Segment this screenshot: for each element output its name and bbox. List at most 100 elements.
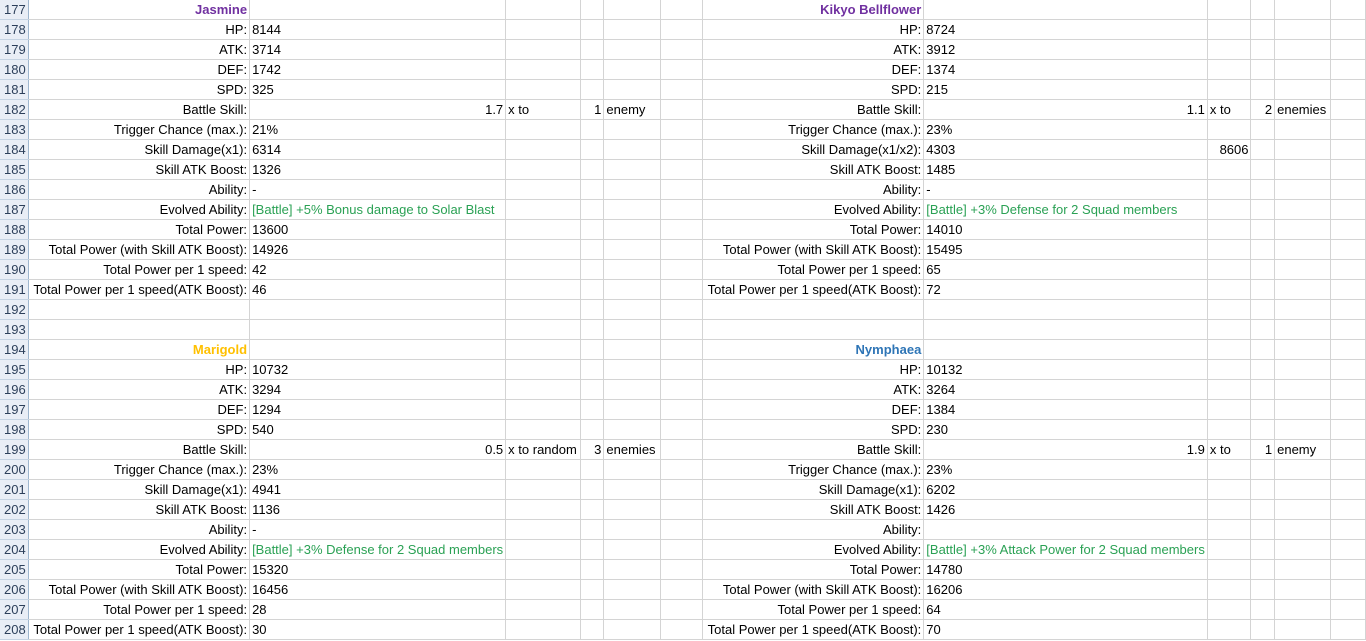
- jasmine-value[interactable]: 21%: [249, 119, 507, 140]
- row-header[interactable]: 197: [0, 399, 29, 420]
- kikyo-label[interactable]: Ability:: [702, 179, 925, 200]
- row-header[interactable]: 180: [0, 59, 29, 80]
- empty-cell[interactable]: [1207, 79, 1252, 100]
- row-header[interactable]: 185: [0, 159, 29, 180]
- empty-cell[interactable]: [1274, 459, 1332, 480]
- nymphaea-value[interactable]: 70: [923, 619, 1208, 640]
- empty-cell[interactable]: [505, 599, 581, 620]
- row-header[interactable]: 184: [0, 139, 29, 160]
- kikyo-value[interactable]: 4303: [923, 139, 1208, 160]
- empty-cell[interactable]: [603, 159, 661, 180]
- jasmine-label[interactable]: Ability:: [28, 179, 251, 200]
- nymphaea-label[interactable]: Total Power per 1 speed(ATK Boost):: [702, 619, 925, 640]
- empty-cell[interactable]: [603, 539, 661, 560]
- empty-cell[interactable]: [580, 599, 605, 620]
- nymphaea-skill-target-count[interactable]: 1: [1250, 439, 1276, 460]
- empty-cell[interactable]: [505, 279, 581, 300]
- empty-cell[interactable]: [923, 0, 1208, 20]
- marigold-label[interactable]: Total Power per 1 speed:: [28, 599, 251, 620]
- empty-cell[interactable]: [1250, 59, 1276, 80]
- empty-cell[interactable]: [1207, 59, 1252, 80]
- empty-cell[interactable]: [249, 0, 507, 20]
- empty-cell[interactable]: [1207, 579, 1252, 600]
- empty-cell[interactable]: [580, 239, 605, 260]
- marigold-value[interactable]: 15320: [249, 559, 507, 580]
- empty-cell[interactable]: [603, 39, 661, 60]
- empty-cell[interactable]: [505, 259, 581, 280]
- empty-cell[interactable]: [1330, 439, 1366, 460]
- empty-cell[interactable]: [580, 559, 605, 580]
- empty-cell[interactable]: [603, 199, 661, 220]
- empty-cell[interactable]: [1207, 119, 1252, 140]
- row-header[interactable]: 190: [0, 259, 29, 280]
- marigold-skill-target[interactable]: enemies: [603, 439, 661, 460]
- empty-cell[interactable]: [1207, 479, 1252, 500]
- empty-cell[interactable]: [1250, 139, 1276, 160]
- empty-cell[interactable]: [580, 259, 605, 280]
- empty-cell[interactable]: [580, 399, 605, 420]
- empty-cell[interactable]: [580, 79, 605, 100]
- empty-cell[interactable]: [1274, 199, 1332, 220]
- row-header[interactable]: 177: [0, 0, 29, 20]
- empty-cell[interactable]: [660, 19, 703, 40]
- empty-cell[interactable]: [1207, 39, 1252, 60]
- empty-cell[interactable]: [1250, 239, 1276, 260]
- empty-cell[interactable]: [702, 299, 925, 320]
- empty-cell[interactable]: [603, 239, 661, 260]
- nymphaea-label[interactable]: Trigger Chance (max.):: [702, 459, 925, 480]
- empty-cell[interactable]: [505, 319, 581, 340]
- empty-cell[interactable]: [1274, 599, 1332, 620]
- empty-cell[interactable]: [660, 259, 703, 280]
- empty-cell[interactable]: [603, 499, 661, 520]
- empty-cell[interactable]: [603, 179, 661, 200]
- empty-cell[interactable]: [603, 259, 661, 280]
- marigold-value[interactable]: 3294: [249, 379, 507, 400]
- jasmine-value[interactable]: 1742: [249, 59, 507, 80]
- row-header[interactable]: 194: [0, 339, 29, 360]
- empty-cell[interactable]: [1207, 539, 1252, 560]
- empty-cell[interactable]: [660, 39, 703, 60]
- empty-cell[interactable]: [1274, 219, 1332, 240]
- empty-cell[interactable]: [660, 499, 703, 520]
- marigold-label[interactable]: Battle Skill:: [28, 439, 251, 460]
- empty-cell[interactable]: [1207, 499, 1252, 520]
- empty-cell[interactable]: [660, 459, 703, 480]
- row-header[interactable]: 198: [0, 419, 29, 440]
- empty-cell[interactable]: [660, 319, 703, 340]
- kikyo-value[interactable]: -: [923, 179, 1208, 200]
- marigold-label[interactable]: Ability:: [28, 519, 251, 540]
- empty-cell[interactable]: [1207, 559, 1252, 580]
- marigold-label[interactable]: DEF:: [28, 399, 251, 420]
- kikyo-value-2[interactable]: 8606: [1207, 139, 1252, 160]
- nymphaea-skill-x-to[interactable]: x to: [1207, 439, 1252, 460]
- jasmine-label[interactable]: Skill Damage(x1):: [28, 139, 251, 160]
- empty-cell[interactable]: [1250, 199, 1276, 220]
- row-header[interactable]: 204: [0, 539, 29, 560]
- empty-cell[interactable]: [580, 19, 605, 40]
- empty-cell[interactable]: [1207, 259, 1252, 280]
- nymphaea-label[interactable]: Battle Skill:: [702, 439, 925, 460]
- marigold-skill-x-to[interactable]: x to random: [505, 439, 581, 460]
- nymphaea-value[interactable]: 14780: [923, 559, 1208, 580]
- jasmine-name[interactable]: Jasmine: [28, 0, 251, 20]
- kikyo-label[interactable]: Skill Damage(x1/x2):: [702, 139, 925, 160]
- nymphaea-label[interactable]: DEF:: [702, 399, 925, 420]
- kikyo-label[interactable]: Total Power:: [702, 219, 925, 240]
- empty-cell[interactable]: [603, 79, 661, 100]
- empty-cell[interactable]: [1207, 279, 1252, 300]
- marigold-value[interactable]: 28: [249, 599, 507, 620]
- empty-cell[interactable]: [603, 59, 661, 80]
- row-header[interactable]: 201: [0, 479, 29, 500]
- empty-cell[interactable]: [1330, 559, 1366, 580]
- empty-cell[interactable]: [580, 519, 605, 540]
- jasmine-skill-target[interactable]: enemy: [603, 99, 661, 120]
- empty-cell[interactable]: [1250, 359, 1276, 380]
- empty-cell[interactable]: [505, 239, 581, 260]
- empty-cell[interactable]: [660, 0, 703, 20]
- empty-cell[interactable]: [1330, 419, 1366, 440]
- empty-cell[interactable]: [603, 279, 661, 300]
- empty-cell[interactable]: [580, 339, 605, 360]
- marigold-value[interactable]: [Battle] +3% Defense for 2 Squad members: [249, 539, 507, 560]
- empty-cell[interactable]: [1330, 519, 1366, 540]
- empty-cell[interactable]: [603, 379, 661, 400]
